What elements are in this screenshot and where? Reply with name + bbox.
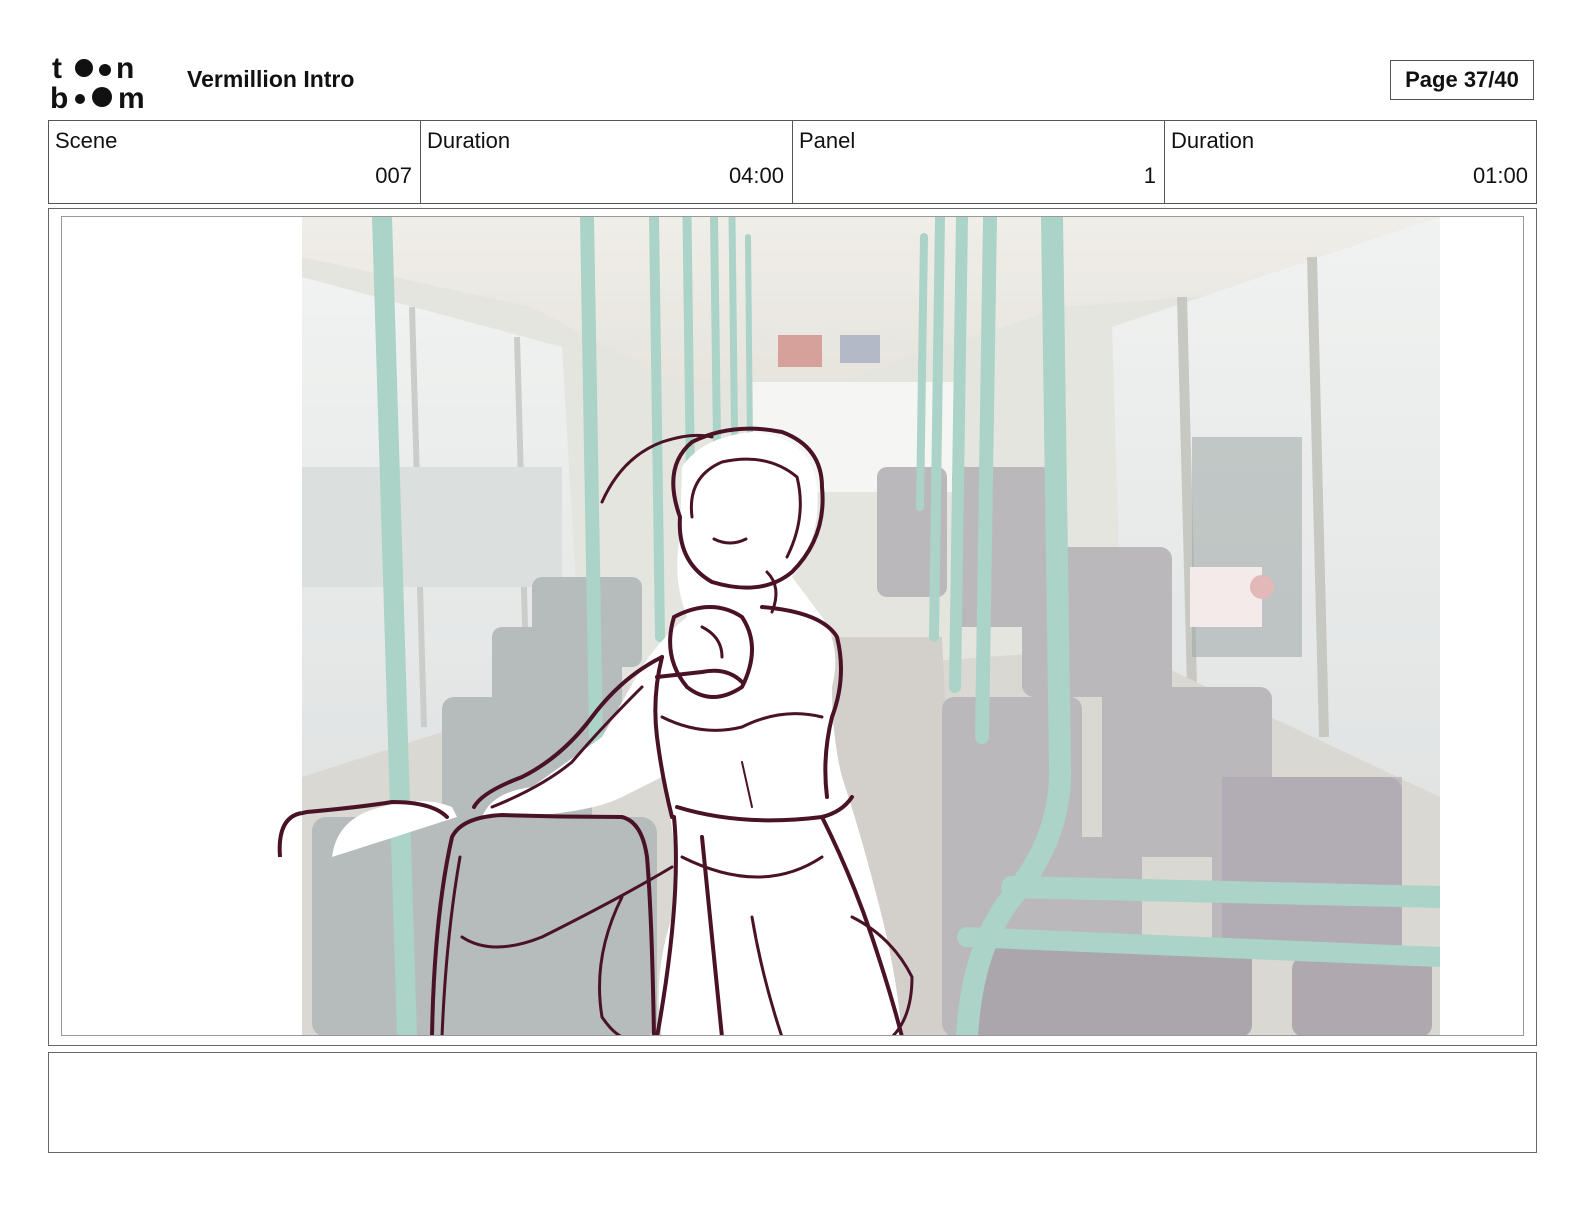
panel-label: Panel — [799, 128, 856, 153]
panel-notes-box — [48, 1052, 1537, 1153]
panel-duration-field: Duration 01:00 — [1165, 121, 1536, 203]
bus-interior-sketch — [62, 217, 1523, 1035]
storyboard-panel-image — [61, 216, 1524, 1036]
svg-text:b: b — [50, 82, 68, 112]
svg-text:m: m — [118, 82, 145, 112]
panel-duration-value: 01:00 — [1472, 163, 1528, 188]
panel-duration-label: Duration — [1171, 128, 1255, 153]
scene-duration-field: Duration 04:00 — [421, 121, 793, 203]
scene-duration-value: 04:00 — [728, 163, 784, 188]
page-indicator: Page 37/40 — [1390, 60, 1534, 100]
panel-value: 1 — [1143, 163, 1156, 188]
panel-field: Panel 1 — [793, 121, 1165, 203]
scene-value: 007 — [375, 163, 412, 188]
svg-text:n: n — [116, 52, 134, 85]
panel-info-row: Scene 007 Duration 04:00 Panel 1 Duratio… — [48, 120, 1537, 204]
scene-label: Scene — [55, 128, 118, 153]
svg-text:t: t — [52, 52, 62, 85]
toon-boom-logo: t n b m — [50, 50, 166, 115]
storyboard-panel-frame — [48, 208, 1537, 1046]
scene-field: Scene 007 — [49, 121, 421, 203]
project-title: Vermillion Intro — [187, 66, 355, 92]
scene-duration-label: Duration — [427, 128, 511, 153]
